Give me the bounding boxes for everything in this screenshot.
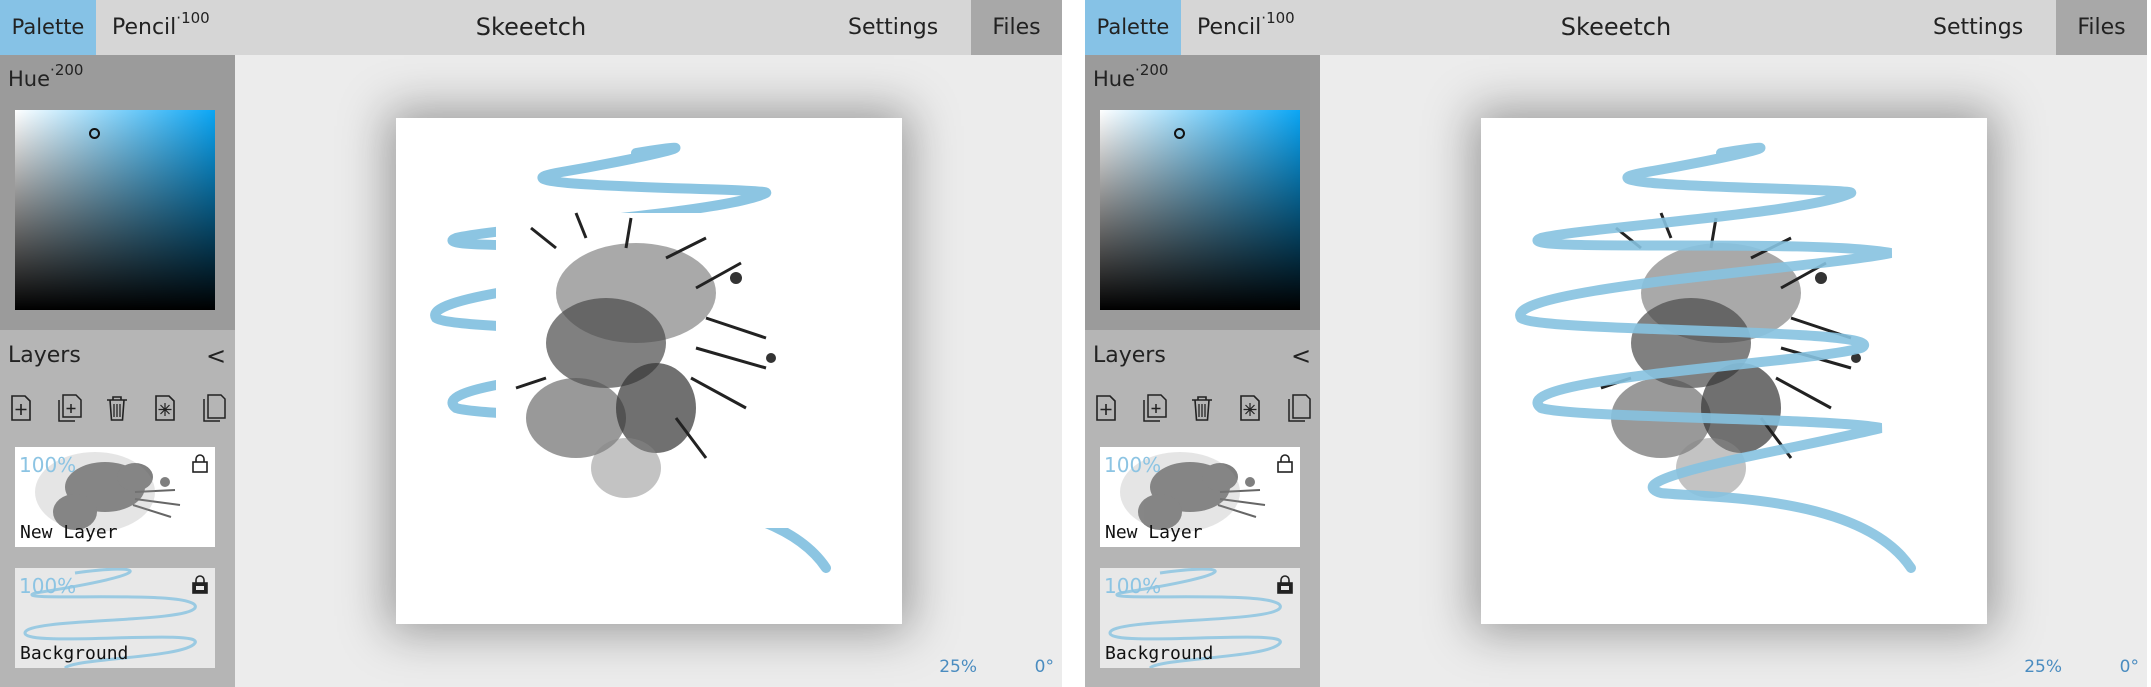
pencil-button[interactable]: Pencil·100 — [1197, 0, 1295, 55]
layers-panel: Layers < 100% New Layer 100% Background — [1085, 330, 1320, 687]
collapse-panel-button[interactable]: < — [206, 342, 226, 370]
layers-title: Layers — [1093, 343, 1166, 368]
files-button[interactable]: Files — [971, 0, 1062, 55]
rotation-angle[interactable]: 0° — [2120, 657, 2139, 677]
app-window-right: Palette Pencil·100 Skeeetch Settings Fil… — [1085, 0, 2147, 687]
layer-item-background[interactable]: 100% Background — [15, 568, 215, 668]
files-button[interactable]: Files — [2056, 0, 2147, 55]
pencil-size: ·100 — [1261, 9, 1295, 27]
pencil-label: Pencil — [1197, 15, 1262, 40]
zoom-level[interactable]: 25% — [2024, 657, 2062, 677]
top-bar: Palette Pencil·100 Skeeetch Settings Fil… — [0, 0, 1062, 55]
layer-opacity: 100% — [19, 453, 77, 477]
canvas-area[interactable]: 25% 0° — [235, 55, 1062, 687]
layer-opacity: 100% — [1104, 453, 1162, 477]
color-panel: Hue·200 — [1085, 55, 1320, 330]
settings-button[interactable]: Settings — [1933, 0, 2023, 55]
layer-name: Background — [20, 643, 129, 664]
layer-name: Background — [1105, 643, 1214, 664]
layer-name: New Layer — [20, 522, 118, 543]
rotation-angle[interactable]: 0° — [1035, 657, 1054, 677]
lock-icon[interactable] — [191, 453, 209, 473]
settings-button[interactable]: Settings — [848, 0, 938, 55]
pencil-button[interactable]: Pencil·100 — [112, 0, 210, 55]
zoom-level[interactable]: 25% — [939, 657, 977, 677]
saturation-value-picker[interactable] — [15, 110, 215, 310]
drawing-canvas[interactable] — [396, 118, 902, 624]
layer-opacity: 100% — [19, 574, 77, 598]
layer-item-background[interactable]: 100% Background — [1100, 568, 1300, 668]
layer-name: New Layer — [1105, 522, 1203, 543]
canvas-area[interactable]: 25% 0° — [1320, 55, 2147, 687]
layers-panel: Layers < 100% New Layer 100% Background — [0, 330, 235, 687]
new-group-icon[interactable] — [1139, 393, 1169, 423]
drawing-canvas[interactable] — [1481, 118, 1987, 624]
duplicate-layer-icon[interactable] — [198, 393, 228, 423]
canvas-artwork — [1515, 142, 1916, 573]
picker-knob[interactable] — [89, 128, 100, 139]
layer-opacity: 100% — [1104, 574, 1162, 598]
new-group-icon[interactable] — [54, 393, 84, 423]
clear-layer-icon[interactable] — [150, 393, 180, 423]
layer-item-new-layer[interactable]: 100% New Layer — [1100, 447, 1300, 547]
clear-layer-icon[interactable] — [1235, 393, 1265, 423]
trash-icon[interactable] — [102, 393, 132, 423]
lock-icon[interactable] — [191, 574, 209, 594]
lock-icon[interactable] — [1276, 574, 1294, 594]
duplicate-layer-icon[interactable] — [1283, 393, 1313, 423]
trash-icon[interactable] — [1187, 393, 1217, 423]
hue-label[interactable]: Hue·200 — [8, 61, 83, 91]
canvas-artwork — [430, 142, 831, 573]
app-window-left: Palette Pencil·100 Skeeetch Settings Fil… — [0, 0, 1062, 687]
color-panel: Hue·200 — [0, 55, 235, 330]
collapse-panel-button[interactable]: < — [1291, 342, 1311, 370]
layer-item-new-layer[interactable]: 100% New Layer — [15, 447, 215, 547]
top-bar: Palette Pencil·100 Skeeetch Settings Fil… — [1085, 0, 2147, 55]
new-layer-icon[interactable] — [6, 393, 36, 423]
saturation-value-picker[interactable] — [1100, 110, 1300, 310]
layers-title: Layers — [8, 343, 81, 368]
lock-icon[interactable] — [1276, 453, 1294, 473]
palette-button[interactable]: Palette — [1085, 0, 1181, 55]
pencil-size: ·100 — [176, 9, 210, 27]
hue-label[interactable]: Hue·200 — [1093, 61, 1168, 91]
palette-button[interactable]: Palette — [0, 0, 96, 55]
pencil-label: Pencil — [112, 15, 177, 40]
new-layer-icon[interactable] — [1091, 393, 1121, 423]
picker-knob[interactable] — [1174, 128, 1185, 139]
